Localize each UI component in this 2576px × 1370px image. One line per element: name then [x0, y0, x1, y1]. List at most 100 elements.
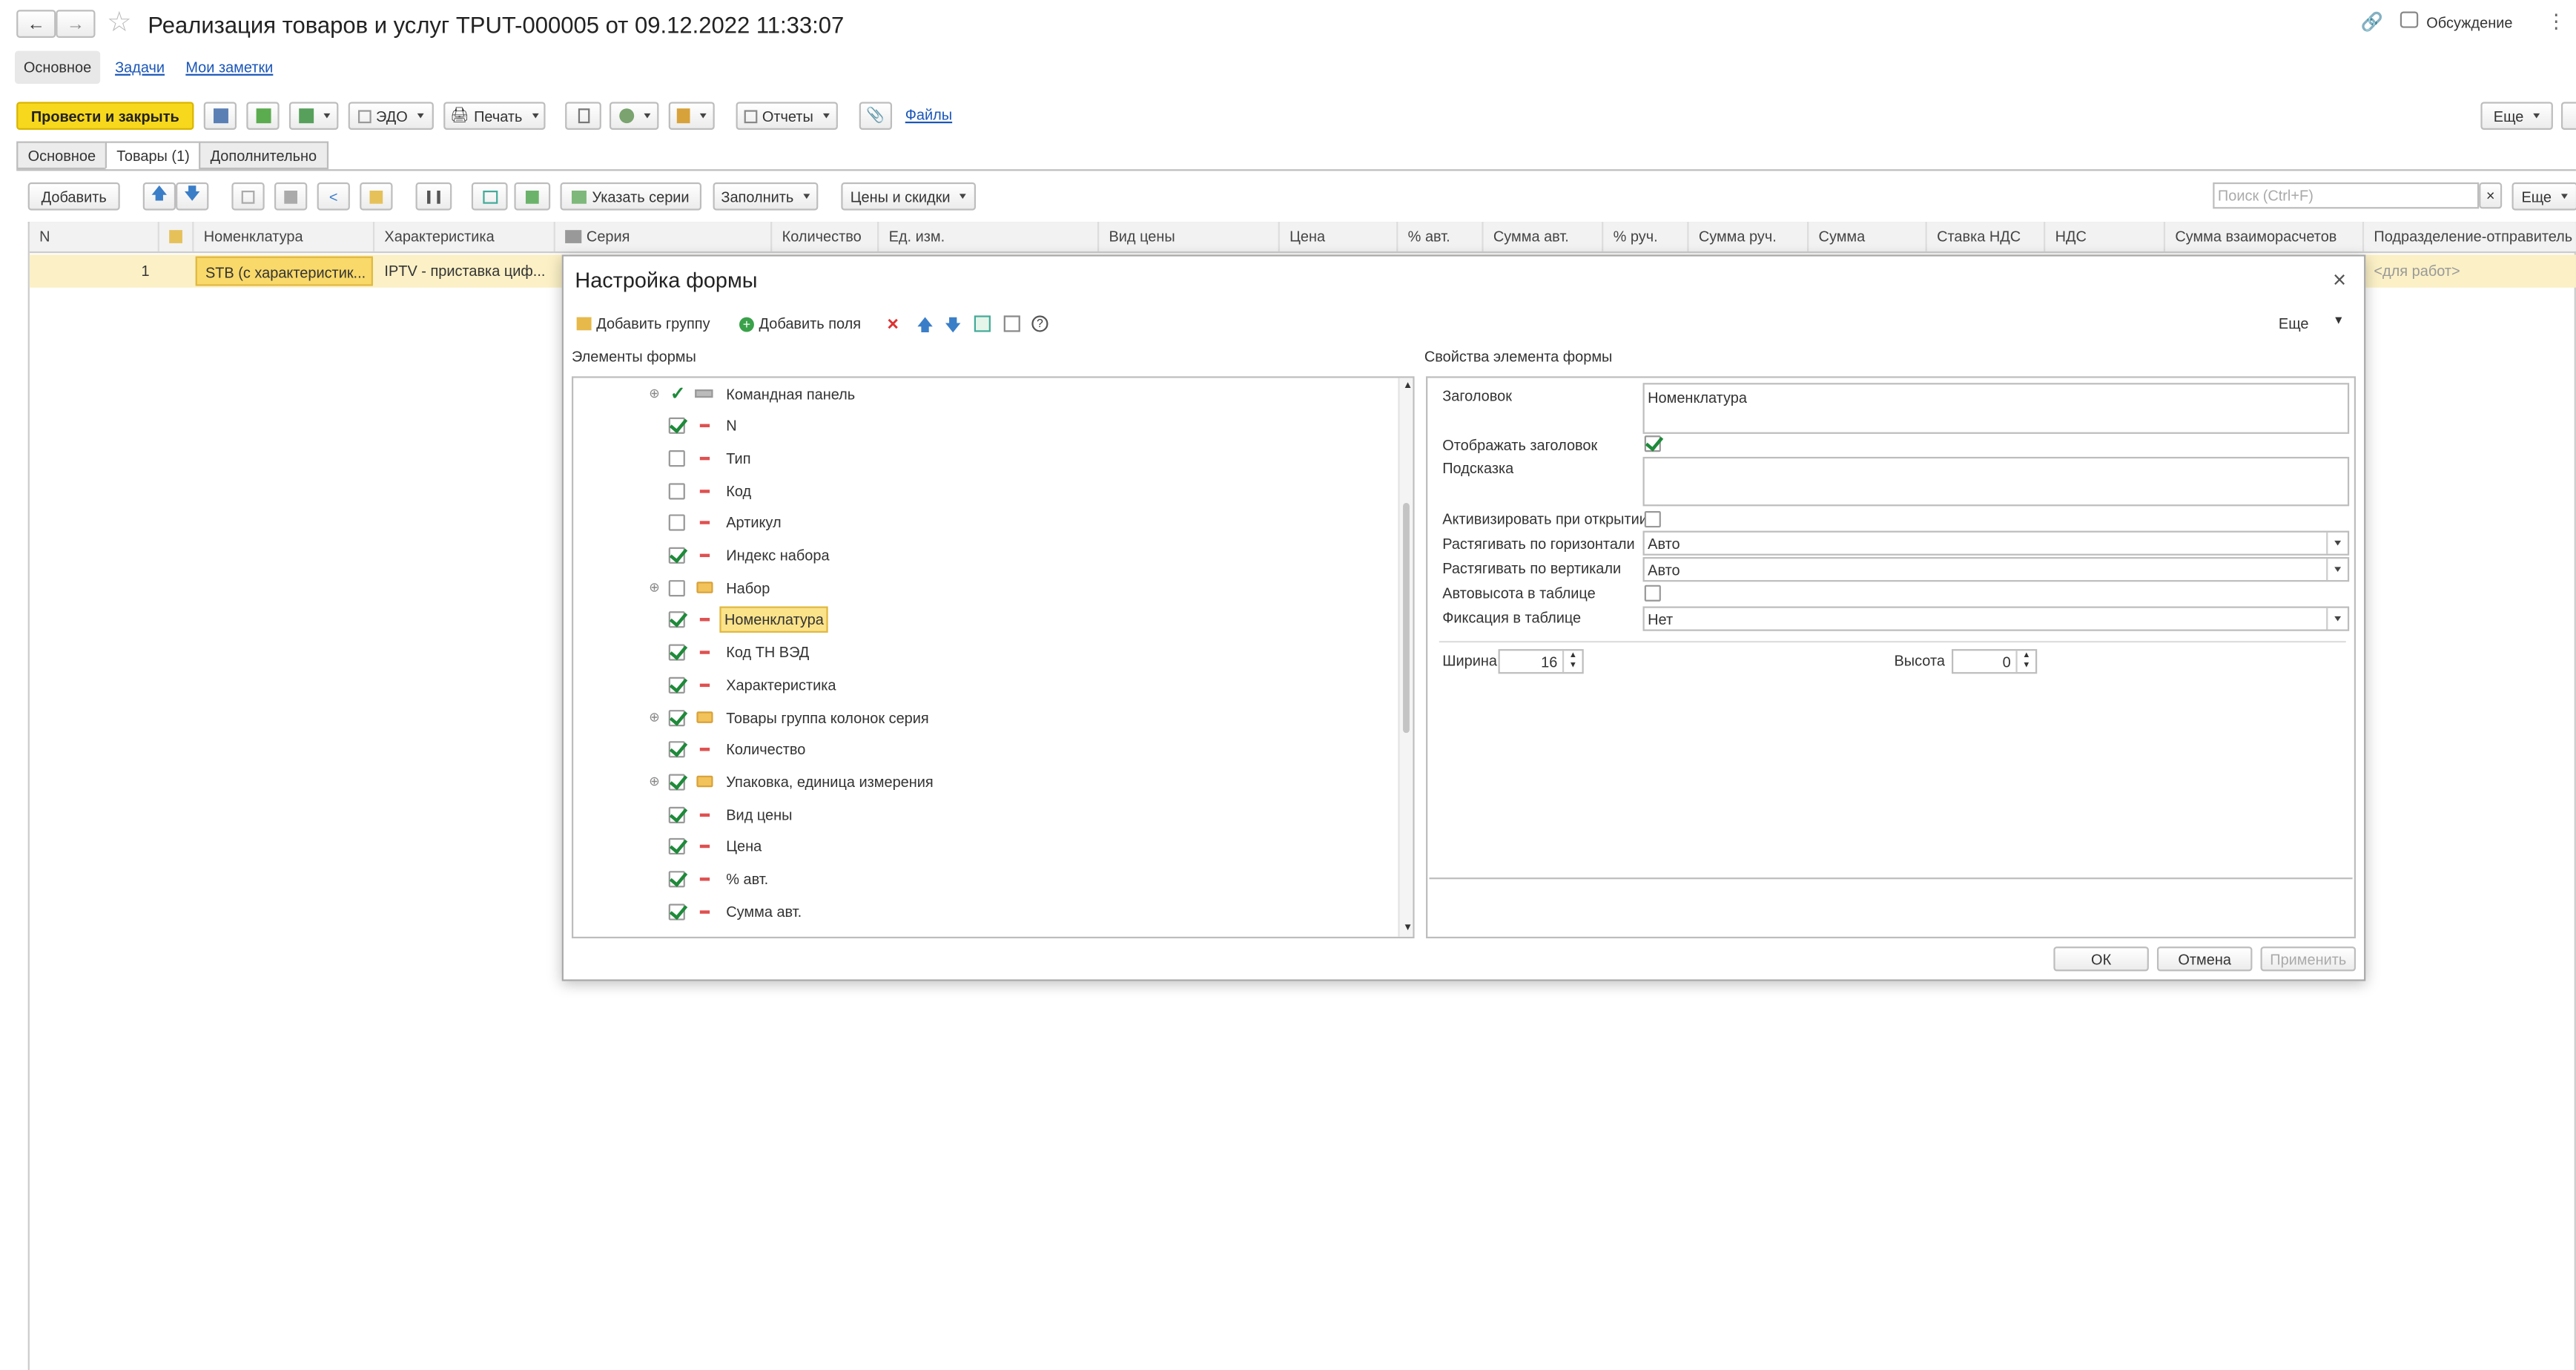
tab-notes[interactable]: Мои заметки	[185, 59, 273, 76]
col-auto-sum[interactable]: Сумма авт.	[1484, 222, 1604, 251]
col-manual-pct[interactable]: % руч.	[1603, 222, 1689, 251]
col-price-type[interactable]: Вид цены	[1099, 222, 1280, 251]
stretch-v-select[interactable]: Авто	[1642, 557, 2350, 582]
tree-item[interactable]: Тип	[573, 443, 1395, 474]
col-vat[interactable]: НДС	[2045, 222, 2166, 251]
goods-more-button[interactable]: Еще	[2511, 182, 2576, 211]
col-settlement-sum[interactable]: Сумма взаиморасчетов	[2165, 222, 2365, 251]
tree-checkbox[interactable]	[668, 482, 685, 499]
help-icon[interactable]: ?	[1031, 315, 1048, 332]
chevron-down-icon[interactable]	[2326, 559, 2348, 581]
tree-item[interactable]: ⊕ Набор	[573, 572, 1395, 603]
stretch-h-select[interactable]: Авто	[1642, 530, 2350, 556]
tab-tasks[interactable]: Задачи	[115, 59, 165, 76]
dialog-more-button[interactable]: Еще ▼	[2279, 315, 2345, 332]
arrow-up-icon[interactable]: 🡅	[917, 314, 934, 342]
link-icon[interactable]: 🔗	[2361, 12, 2383, 33]
close-icon[interactable]: ×	[2333, 266, 2346, 292]
tree-item[interactable]: Индекс набора	[573, 540, 1395, 571]
tree-checkbox[interactable]	[668, 612, 685, 629]
col-auto-pct[interactable]: % авт.	[1398, 222, 1484, 251]
expand-icon[interactable]: ⊕	[649, 710, 660, 725]
create-based-button[interactable]	[288, 102, 339, 131]
expand-icon[interactable]: ⊕	[649, 386, 660, 401]
discussion-link[interactable]: Обсуждение	[2426, 15, 2512, 31]
col-nomenclature[interactable]: Номенклатура	[194, 222, 375, 251]
remove-icon[interactable]: ×	[887, 312, 899, 335]
expand-icon[interactable]: ⊕	[649, 774, 660, 789]
prices-button[interactable]: Цены и скидки	[841, 182, 977, 211]
pick-button[interactable]	[360, 182, 393, 211]
col-unit[interactable]: Ед. изм.	[879, 222, 1100, 251]
favorite-star-icon[interactable]: ☆	[107, 7, 132, 39]
files-link[interactable]: Файлы	[905, 107, 952, 123]
col-series[interactable]: Серия	[555, 222, 773, 251]
import-button[interactable]	[514, 182, 551, 211]
doc-tab-main[interactable]: Основное	[16, 141, 108, 170]
series-button[interactable]: Указать серии	[560, 182, 702, 211]
back-button[interactable]: ←	[16, 10, 56, 38]
col-department[interactable]: Подразделение-отправитель	[2364, 222, 2576, 251]
scroll-up-icon[interactable]: ▲	[1403, 381, 1413, 391]
tree-checkbox[interactable]	[668, 547, 685, 564]
col-n[interactable]: N	[30, 222, 159, 251]
tree-checkbox[interactable]	[668, 903, 685, 920]
more-button[interactable]: Еще	[2480, 102, 2553, 131]
copy-row-button[interactable]	[231, 182, 265, 211]
col-sum[interactable]: Сумма	[1809, 222, 1927, 251]
tree-item[interactable]: Характеристика	[573, 669, 1395, 700]
check-all-icon[interactable]	[974, 315, 991, 332]
tree-item[interactable]: Цена	[573, 831, 1395, 863]
forward-button[interactable]: →	[56, 10, 96, 38]
chevron-down-icon[interactable]	[2326, 607, 2348, 630]
col-characteristic[interactable]: Характеристика	[374, 222, 555, 251]
tree-checkbox[interactable]	[668, 838, 685, 855]
tree-item[interactable]: Сумма авт.	[573, 896, 1395, 927]
col-quantity[interactable]: Количество	[772, 222, 879, 251]
col-vat-rate[interactable]: Ставка НДС	[1927, 222, 2046, 251]
tree-checkbox[interactable]	[668, 418, 685, 435]
width-stepper[interactable]: ▲ ▼	[1562, 651, 1582, 673]
copy-icon[interactable]	[1003, 315, 1020, 332]
tree-item[interactable]: Количество	[573, 734, 1395, 765]
tree-scrollbar[interactable]: ▲ ▼	[1398, 378, 1413, 937]
tree-item[interactable]: Номенклатура	[573, 605, 1395, 636]
row-characteristic[interactable]: IPTV - приставка циф...	[384, 263, 545, 279]
extra-button[interactable]	[2560, 102, 2576, 131]
tree-checkbox[interactable]	[668, 579, 685, 596]
height-stepper[interactable]: ▲ ▼	[2015, 651, 2035, 673]
tree-item[interactable]: % авт.	[573, 863, 1395, 895]
tab-main[interactable]: Основное	[14, 50, 101, 84]
users-button[interactable]	[609, 102, 659, 131]
chevron-down-icon[interactable]	[2326, 532, 2348, 554]
width-input[interactable]: 16 ▲ ▼	[1498, 649, 1584, 674]
doc-tab-goods[interactable]: Товары (1)	[105, 141, 202, 170]
check-button[interactable]	[471, 182, 508, 211]
reports-button[interactable]: Отчеты	[736, 102, 838, 131]
add-fields-button[interactable]: + Добавить поля	[739, 315, 861, 332]
search-clear-button[interactable]: ×	[2479, 182, 2503, 209]
hint-input[interactable]	[1642, 456, 2350, 507]
tree-checkbox[interactable]	[668, 644, 685, 661]
height-input[interactable]: 0 ▲ ▼	[1952, 649, 2038, 674]
col-manual-sum[interactable]: Сумма руч.	[1689, 222, 1809, 251]
fix-select[interactable]: Нет	[1642, 606, 2350, 631]
tree-item[interactable]: Код	[573, 475, 1395, 506]
tree-item[interactable]: Вид цены	[573, 799, 1395, 830]
tree-item[interactable]: ⊕ ✓ Командная панель	[573, 378, 1395, 409]
delete-row-button[interactable]	[274, 182, 308, 211]
tree-checkbox[interactable]	[668, 449, 685, 467]
move-up-button[interactable]: 🡅	[142, 182, 176, 211]
autoheight-checkbox[interactable]	[1644, 584, 1661, 602]
col-price[interactable]: Цена	[1280, 222, 1398, 251]
elements-tree[interactable]: ⊕ ✓ Командная панель N Тип Код Артикул Индекс н…	[571, 376, 1415, 939]
activate-checkbox[interactable]	[1644, 511, 1661, 528]
docs-button[interactable]	[668, 102, 715, 131]
expand-icon[interactable]: ⊕	[649, 580, 660, 595]
tree-checkbox[interactable]	[668, 806, 685, 823]
tree-item[interactable]: Артикул	[573, 507, 1395, 539]
barcode-button[interactable]	[415, 182, 452, 211]
save-button[interactable]	[203, 102, 237, 131]
add-group-button[interactable]: Добавить группу	[576, 315, 710, 332]
scroll-thumb[interactable]	[1403, 502, 1410, 734]
